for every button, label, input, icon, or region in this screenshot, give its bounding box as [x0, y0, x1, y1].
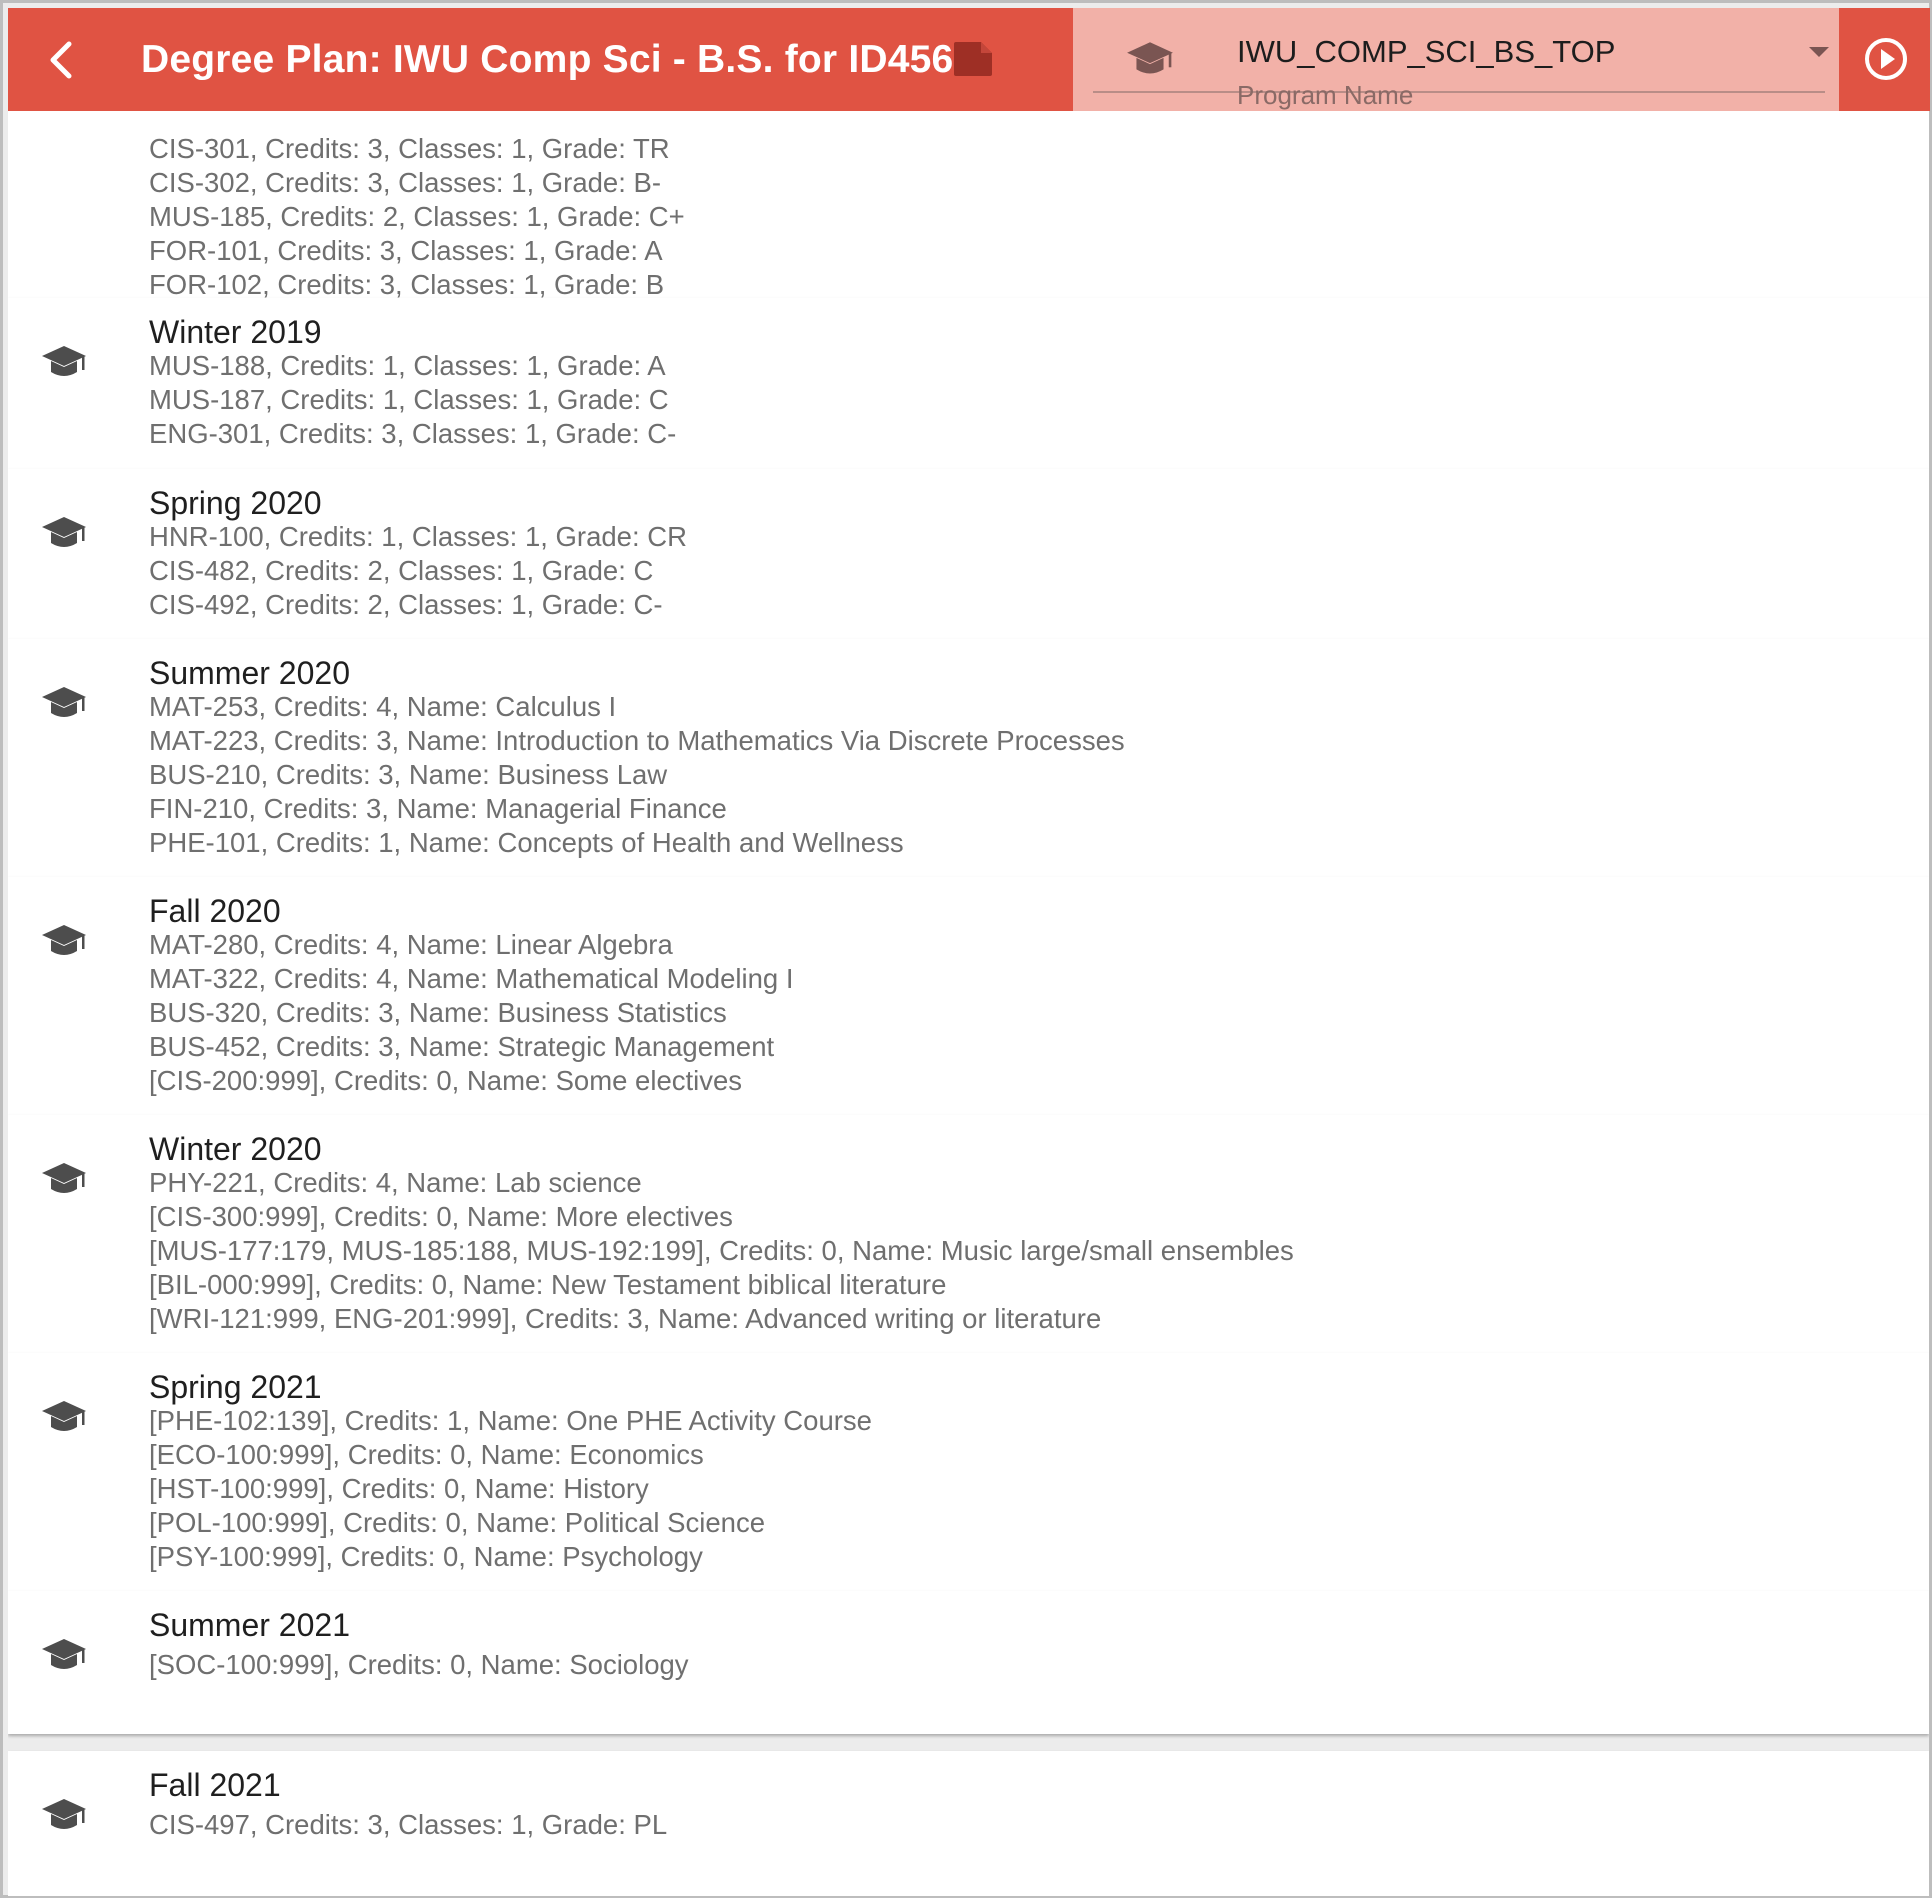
program-name-label: Program Name [1237, 80, 1414, 110]
course-line: [WRI-121:999, ENG-201:999], Credits: 3, … [149, 1303, 1102, 1334]
course-line: FOR-102, Credits: 3, Classes: 1, Grade: … [149, 269, 665, 300]
course-line: [BIL-000:999], Credits: 0, Name: New Tes… [149, 1269, 947, 1300]
term-title: Spring 2020 [149, 485, 322, 521]
term-card[interactable]: Fall 2021 CIS-497, Credits: 3, Classes: 1… [8, 1751, 1929, 1896]
term-title: Summer 2021 [149, 1607, 350, 1643]
term-card[interactable]: Summer 2021 [SOC-100:999], Credits: 0, Na… [8, 1591, 1929, 1734]
course-line: CIS-492, Credits: 2, Classes: 1, Grade: … [149, 589, 663, 620]
back-button[interactable] [34, 32, 90, 88]
graduation-cap-icon [40, 513, 88, 555]
program-name-field[interactable]: IWU_COMP_SCI_BS_TOP Program Name [1073, 8, 1839, 111]
term-title: Winter 2020 [149, 1131, 322, 1167]
course-line: HNR-100, Credits: 1, Classes: 1, Grade: … [149, 521, 687, 552]
course-line: PHY-221, Credits: 4, Name: Lab science [149, 1167, 642, 1198]
course-line: [SOC-100:999], Credits: 0, Name: Sociolo… [149, 1649, 689, 1680]
graduation-cap-icon [40, 683, 88, 725]
course-line: [HST-100:999], Credits: 0, Name: History [149, 1473, 649, 1504]
course-line: FIN-210, Credits: 3, Name: Managerial Fi… [149, 793, 727, 824]
course-line: [PSY-100:999], Credits: 0, Name: Psychol… [149, 1541, 703, 1572]
term-title: Spring 2021 [149, 1369, 322, 1405]
dropdown-arrow-icon[interactable] [1808, 45, 1830, 59]
run-button[interactable] [1839, 8, 1930, 111]
course-line: [CIS-200:999], Credits: 0, Name: Some el… [149, 1065, 743, 1096]
course-line: MAT-253, Credits: 4, Name: Calculus I [149, 691, 617, 722]
course-line: BUS-320, Credits: 3, Name: Business Stat… [149, 997, 727, 1028]
program-name-value[interactable]: IWU_COMP_SCI_BS_TOP [1237, 34, 1615, 70]
course-line: CIS-302, Credits: 3, Classes: 1, Grade: … [149, 167, 661, 198]
course-line: MAT-280, Credits: 4, Name: Linear Algebr… [149, 929, 673, 960]
course-line: CIS-301, Credits: 3, Classes: 1, Grade: … [149, 133, 670, 164]
page-title: Degree Plan: IWU Comp Sci - B.S. for ID4… [141, 38, 954, 81]
graduation-cap-icon [40, 921, 88, 963]
course-line: [CIS-300:999], Credits: 0, Name: More el… [149, 1201, 733, 1232]
course-line: CIS-482, Credits: 2, Classes: 1, Grade: … [149, 555, 654, 586]
term-title: Summer 2020 [149, 655, 350, 691]
graduation-cap-icon [40, 1635, 88, 1677]
course-line: [PHE-102:139], Credits: 1, Name: One PHE… [149, 1405, 872, 1436]
graduation-cap-icon [1127, 42, 1173, 74]
toolbar-title-area: Degree Plan: IWU Comp Sci - B.S. for ID4… [8, 8, 1073, 111]
back-arrow-icon [50, 41, 72, 79]
course-line: MAT-223, Credits: 3, Name: Introduction … [149, 725, 1125, 756]
course-line: BUS-210, Credits: 3, Name: Business Law [149, 759, 668, 790]
course-line: MUS-188, Credits: 1, Classes: 1, Grade: … [149, 350, 666, 381]
course-line: [POL-100:999], Credits: 0, Name: Politic… [149, 1507, 765, 1538]
save-file-icon[interactable] [951, 40, 995, 78]
field-underline [1093, 91, 1825, 93]
course-line: CIS-497, Credits: 3, Classes: 1, Grade: … [149, 1809, 668, 1840]
course-line: [ECO-100:999], Credits: 0, Name: Economi… [149, 1439, 704, 1470]
term-title: Fall 2021 [149, 1767, 281, 1803]
course-line: MUS-185, Credits: 2, Classes: 1, Grade: … [149, 201, 685, 232]
term-title: Fall 2020 [149, 893, 281, 929]
course-line: PHE-101, Credits: 1, Name: Concepts of H… [149, 827, 904, 858]
course-line: ENG-301, Credits: 3, Classes: 1, Grade: … [149, 418, 677, 449]
graduation-cap-icon [40, 1397, 88, 1439]
graduation-cap-icon [40, 1159, 88, 1201]
term-list[interactable]: CIS-301, Credits: 3, Classes: 1, Grade: … [8, 111, 1929, 1896]
course-line: FOR-101, Credits: 3, Classes: 1, Grade: … [149, 235, 663, 266]
course-line: BUS-452, Credits: 3, Name: Strategic Man… [149, 1031, 775, 1062]
graduation-cap-icon [40, 1795, 88, 1837]
course-line: [MUS-177:179, MUS-185:188, MUS-192:199],… [149, 1235, 1294, 1266]
graduation-cap-icon [40, 342, 88, 384]
app-window: Degree Plan: IWU Comp Sci - B.S. for ID4… [0, 0, 1932, 1898]
course-line: MAT-322, Credits: 4, Name: Mathematical … [149, 963, 794, 994]
term-title: Winter 2019 [149, 314, 322, 350]
course-line: MUS-187, Credits: 1, Classes: 1, Grade: … [149, 384, 669, 415]
top-toolbar: Degree Plan: IWU Comp Sci - B.S. for ID4… [8, 8, 1930, 111]
play-circle-icon [1865, 38, 1907, 80]
